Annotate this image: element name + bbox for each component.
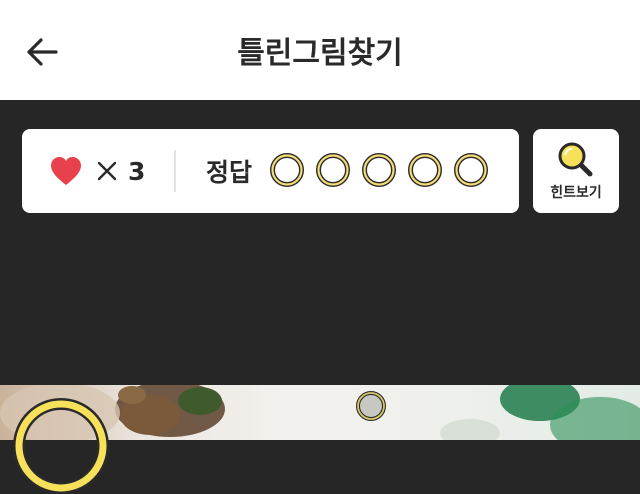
heart-icon [51,157,81,185]
hint-marker-ring-icon[interactable] [355,390,387,422]
answer-slot-1-empty-ring-icon [270,153,304,187]
lives-indicator: 3 [50,151,145,191]
multiply-icon [97,161,117,181]
lives-count: 3 [128,156,146,186]
hint-button[interactable]: 힌트보기 [533,129,619,213]
magnifier-icon [558,142,593,177]
found-difference-ring-icon[interactable] [13,398,109,494]
hint-label: 힌트보기 [550,185,602,201]
answers-label: 정답 [206,158,253,187]
page-title: 틀린그림찾기 [237,36,403,71]
divider [174,150,176,192]
answer-slot-3-empty-ring-icon [362,153,396,187]
answer-slot-5-empty-ring-icon [454,153,488,187]
answer-slots [270,153,500,189]
answer-slot-4-empty-ring-icon [408,153,442,187]
arrow-left-icon [27,38,58,66]
status-panel: 3 정답 [22,129,519,213]
answer-slot-2-empty-ring-icon [316,153,350,187]
top-app-bar: 틀린그림찾기 [0,0,640,100]
back-button[interactable] [22,32,62,72]
